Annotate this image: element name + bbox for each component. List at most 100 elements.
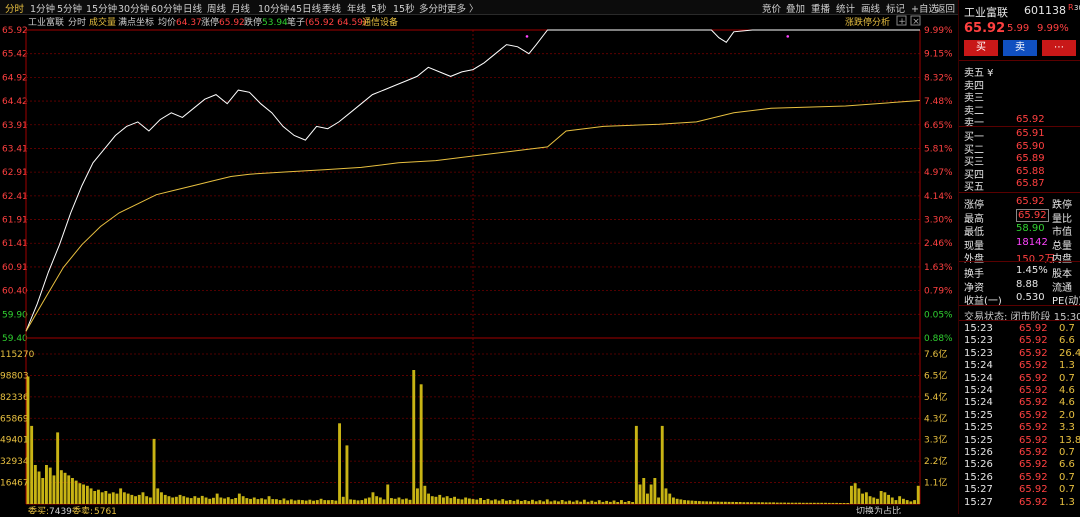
volume-bar-37 — [163, 494, 167, 504]
period-tab-0[interactable]: 分时 — [5, 1, 24, 15]
period-tab-13[interactable]: 5秒 — [371, 1, 387, 15]
volume-bar-229 — [876, 498, 879, 504]
tick-time: 15:25 — [964, 409, 993, 421]
stock-badge-num: 300 — [1074, 4, 1080, 12]
tick-time: 15:23 — [964, 335, 993, 347]
tick-row-7: 15:25 65.92 2.0 — [964, 410, 1080, 422]
tick-volume: 2.0 — [1059, 409, 1075, 421]
price-change: 5.99 — [1007, 23, 1030, 34]
tool-button-1[interactable]: 叠加 — [786, 1, 805, 15]
tick-price: 65.92 — [1019, 422, 1048, 434]
volume-bar-111 — [438, 494, 442, 504]
volume-bar-181 — [697, 501, 701, 504]
volume-bar-77 — [312, 500, 315, 504]
volume-bar-224 — [857, 488, 861, 504]
period-tab-10[interactable]: 45日线 — [290, 1, 321, 15]
volume-bar-220 — [842, 503, 846, 504]
volume-tick-6: 16467 — [0, 479, 29, 489]
volume-bar-79 — [319, 498, 323, 504]
intraday-chart[interactable]: 工业富联 分时 成交量 满点坐标 均价 64.37 涨停 65.92 跌停 53.94 笔子 (65.… — [0, 14, 958, 517]
tool-button-5[interactable]: 标记 — [886, 1, 905, 15]
price-row: 65.92 5.99 9.99% — [964, 21, 1080, 36]
volume-bar-84 — [338, 423, 341, 504]
volume-bar-63 — [260, 498, 264, 504]
tick-price: 65.92 — [1019, 447, 1048, 458]
volume-bar-121 — [475, 499, 479, 504]
period-tab-8[interactable]: 月线 — [231, 1, 250, 15]
last-price: 65.92 — [964, 21, 1006, 36]
volume-bar-62 — [256, 499, 260, 504]
info-bar-item-6: 涨停 — [201, 16, 219, 28]
volume-bar-100 — [397, 497, 401, 504]
tool-button-7[interactable]: 返回 — [936, 1, 955, 15]
period-tab-6[interactable]: 日线 — [183, 1, 202, 15]
volume-bar-124 — [486, 498, 490, 504]
price-tick-2: 64.92 — [2, 73, 28, 83]
period-tab-12[interactable]: 年线 — [347, 1, 366, 15]
stat-row-3: 现量 18142 总量 — [964, 236, 1080, 252]
amount-tick-5: 2.2亿 — [924, 455, 947, 467]
tool-button-3[interactable]: 统计 — [836, 1, 855, 15]
volume-bar-134 — [523, 500, 527, 504]
volume-bar-28 — [130, 494, 134, 504]
price-tick-11: 60.40 — [2, 287, 28, 297]
volume-bar-102 — [404, 498, 408, 504]
period-tab-1[interactable]: 1分钟 — [30, 1, 55, 15]
info-bar-item-2: 成交量 — [89, 16, 116, 28]
volume-bar-112 — [442, 497, 445, 504]
volume-bar-71 — [289, 499, 293, 504]
volume-bar-29 — [134, 496, 137, 504]
volume-bar-68 — [278, 500, 282, 504]
period-tab-5[interactable]: 60分钟 — [151, 1, 182, 15]
pct-tick-11: 0.79% — [924, 287, 953, 297]
sell-button[interactable]: 卖 — [1003, 40, 1037, 56]
buy-button[interactable]: 买 — [964, 40, 998, 56]
price-tick-3: 64.42 — [2, 97, 28, 107]
period-tab-11[interactable]: 季线 — [322, 1, 341, 15]
more-trade-button[interactable]: ⋯ — [1042, 40, 1076, 56]
tick-time: 15:24 — [964, 397, 993, 409]
volume-bar-53 — [223, 498, 226, 504]
volume-bar-57 — [237, 493, 241, 504]
volume-bar-17 — [89, 488, 93, 504]
period-tab-2[interactable]: 5分钟 — [57, 1, 82, 15]
volume-bar-139 — [542, 501, 545, 504]
volume-bar-20 — [100, 492, 104, 504]
tool-button-0[interactable]: 竞价 — [762, 1, 781, 15]
tool-button-2[interactable]: 重播 — [811, 1, 830, 15]
period-tab-15[interactable]: 多分时 — [419, 1, 448, 15]
tick-time: 15:27 — [964, 484, 993, 496]
period-tab-16[interactable]: 更多 〉 — [447, 1, 479, 15]
period-tab-7[interactable]: 周线 — [207, 1, 226, 15]
tool-button-6[interactable]: +自选 — [911, 1, 938, 15]
tick-volume: 26.4 — [1059, 347, 1080, 359]
volume-bar-128 — [501, 499, 505, 504]
pct-tick-8: 3.30% — [924, 216, 953, 226]
stat-value: 18142 — [1016, 236, 1048, 248]
period-tab-9[interactable]: 10分钟 — [258, 1, 289, 15]
price-tick-13: 59.40 — [2, 334, 28, 344]
volume-bar-23 — [111, 492, 115, 504]
volume-bar-198 — [761, 502, 764, 504]
volume-bar-143 — [557, 501, 560, 504]
volume-bar-194 — [746, 502, 750, 504]
sell-level-1: 卖四 — [964, 77, 1080, 92]
tick-row-11: 15:26 65.92 6.6 — [964, 459, 1080, 471]
amount-tick-4: 3.3亿 — [924, 434, 947, 446]
period-tab-4[interactable]: 30分钟 — [118, 1, 149, 15]
tick-volume: 1.3 — [1059, 360, 1075, 372]
volume-bar-91 — [364, 498, 367, 504]
pct-tick-4: 6.65% — [924, 121, 953, 131]
volume-bar-42 — [182, 496, 186, 504]
stock-code: 601138 — [1024, 4, 1066, 17]
period-tab-14[interactable]: 15秒 — [393, 1, 415, 15]
tick-time: 15:23 — [964, 347, 993, 359]
volume-bar-110 — [434, 496, 438, 504]
volume-bar-6 — [48, 467, 52, 504]
tool-button-4[interactable]: 画线 — [861, 1, 880, 15]
chart-svg[interactable]: 工业富联 分时 成交量 满点坐标 均价 64.37 涨停 65.92 跌停 53.94 笔子 (65.… — [0, 14, 958, 517]
volume-bar-72 — [293, 500, 297, 504]
stat2-row-2: 收益(一) 0.530 PE(动) — [964, 292, 1080, 307]
period-tab-3[interactable]: 15分钟 — [86, 1, 117, 15]
buy-level-1: 买二 65.90 — [964, 141, 1080, 156]
